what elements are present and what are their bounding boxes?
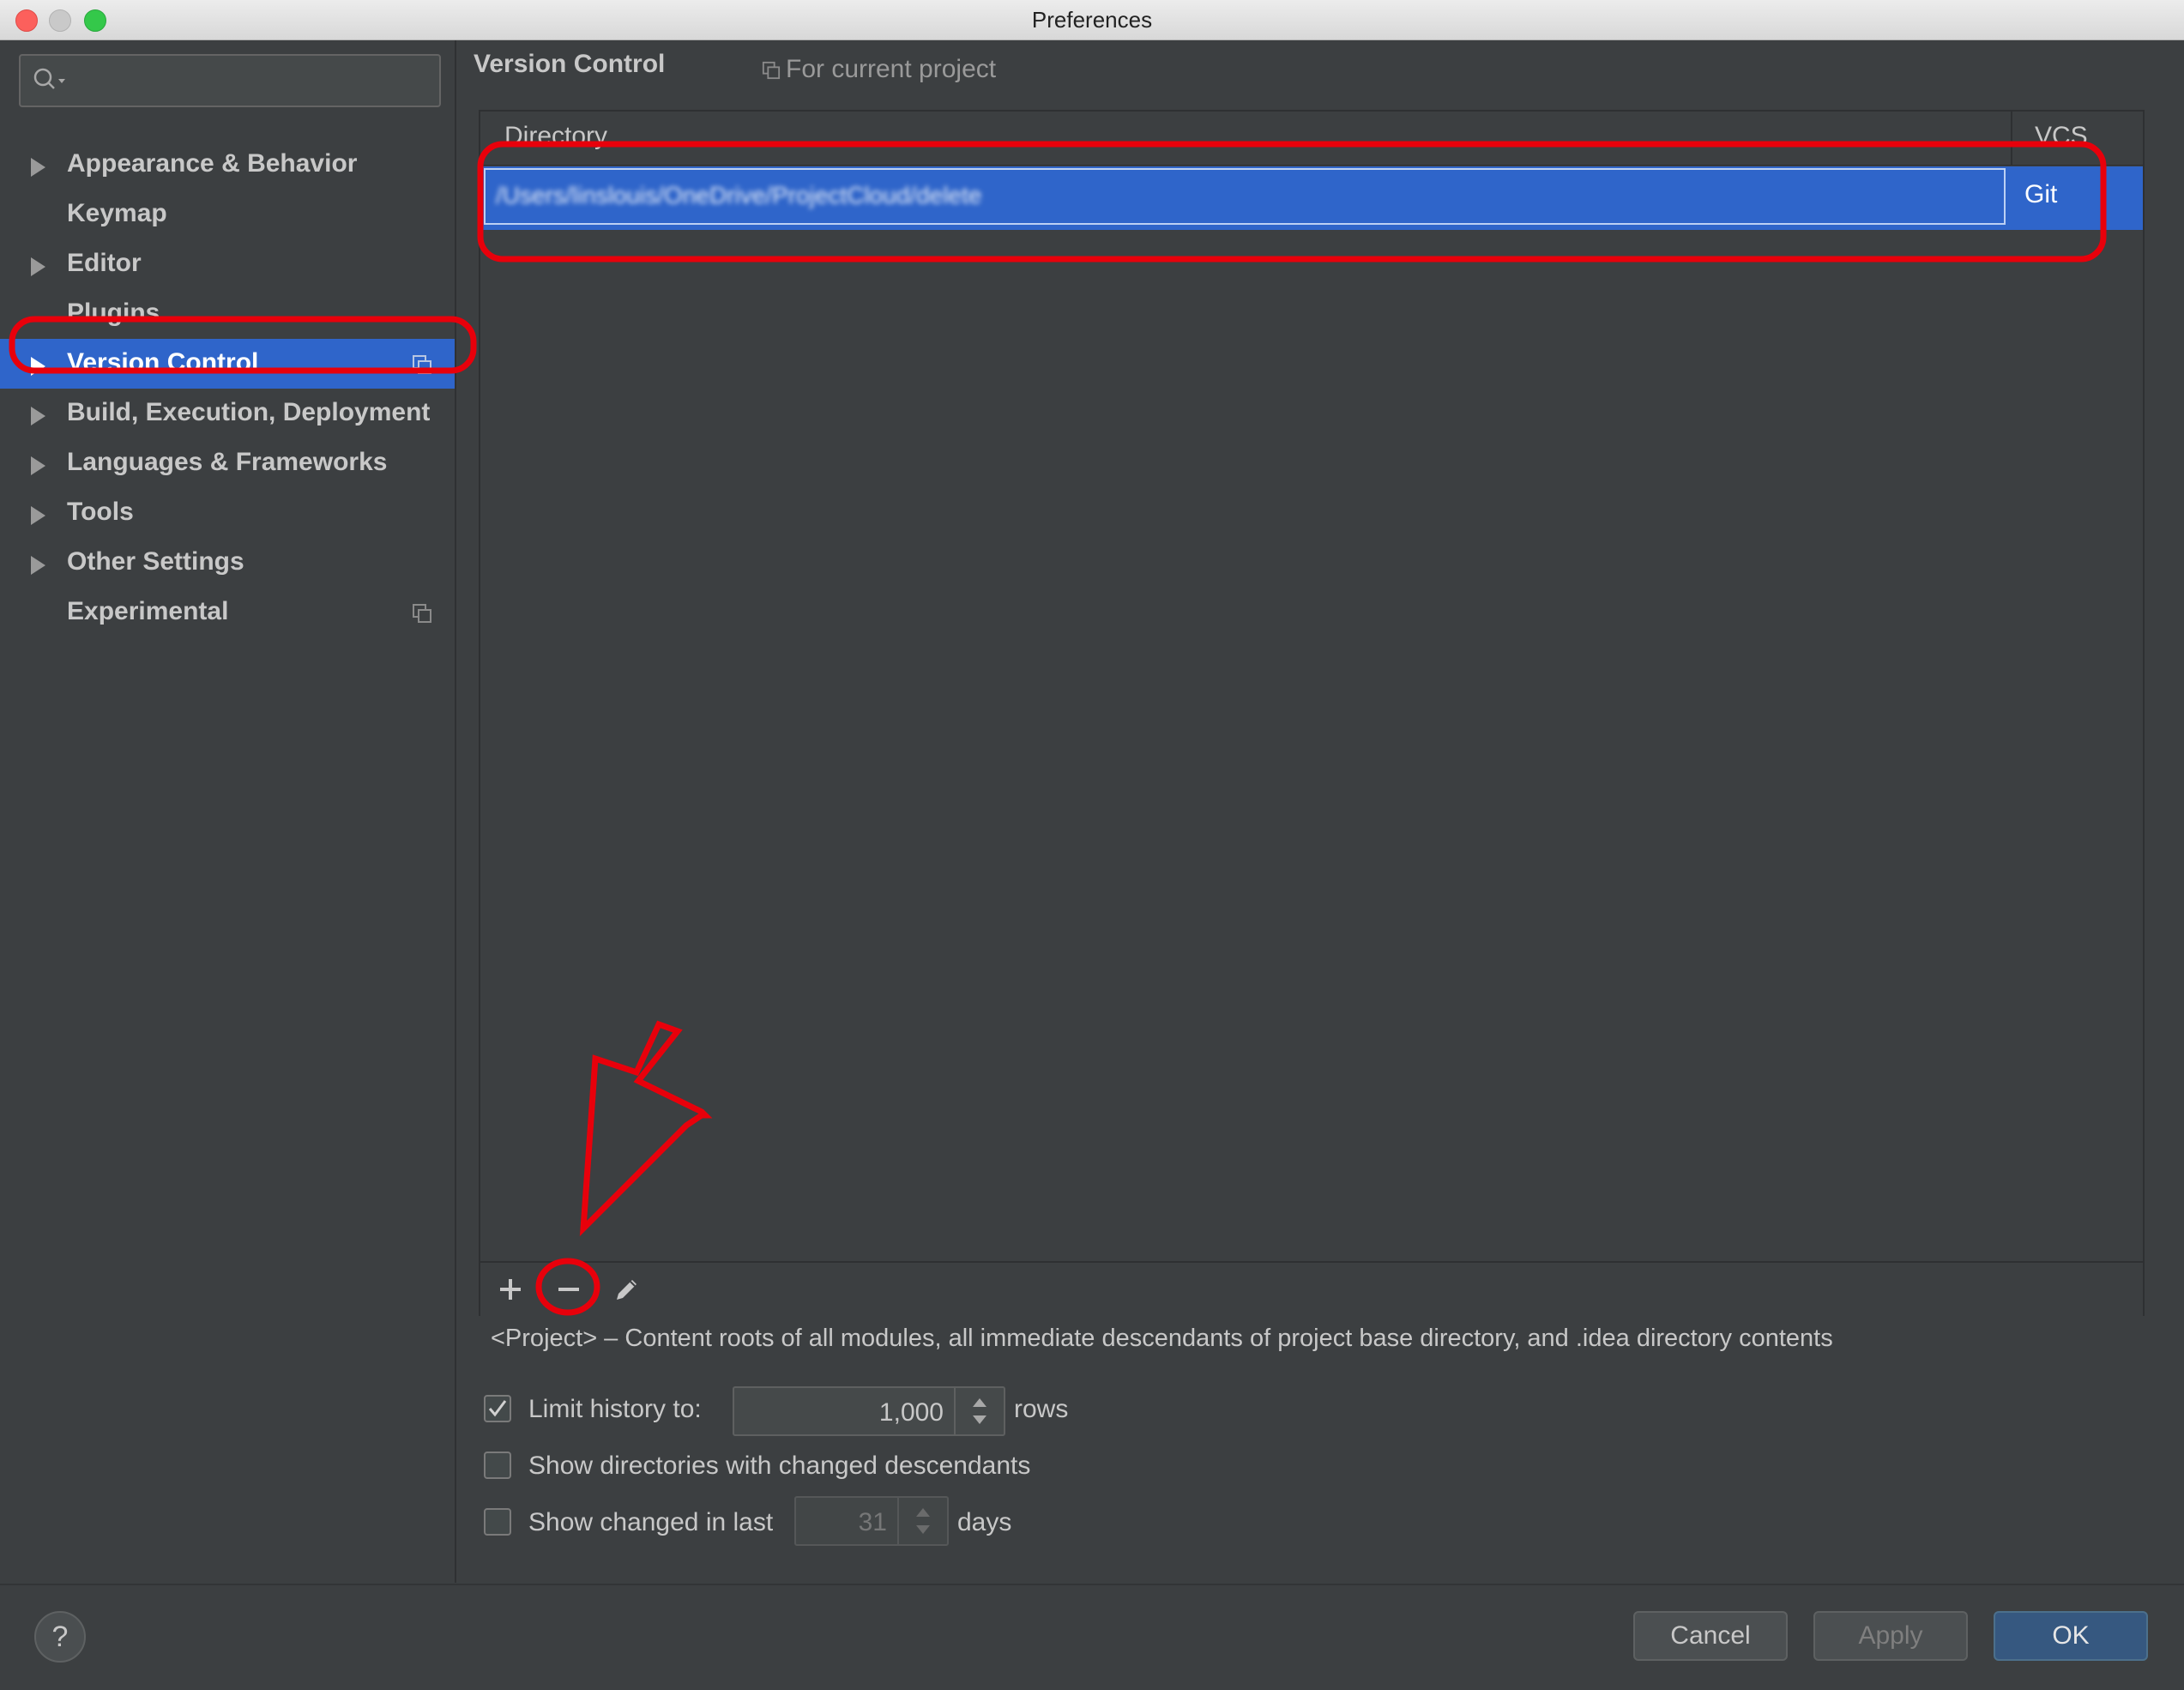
page-title: Version Control bbox=[474, 50, 666, 78]
table-header: Directory VCS bbox=[480, 112, 2143, 166]
settings-sidebar: Appearance & Behavior Keymap Editor Plug… bbox=[0, 40, 456, 1583]
window-title-bar: Preferences bbox=[0, 0, 2184, 40]
spinner-up-down-icon bbox=[916, 1508, 930, 1534]
expand-arrow-icon bbox=[31, 257, 45, 276]
table-row[interactable]: /Users/linslouis/OneDrive/ProjectCloud/d… bbox=[480, 166, 2143, 230]
project-settings-icon bbox=[413, 604, 431, 623]
directory-path: /Users/linslouis/OneDrive/ProjectCloud/d… bbox=[496, 182, 982, 208]
spinner-arrows[interactable] bbox=[954, 1388, 1004, 1434]
settings-search-input[interactable] bbox=[19, 54, 441, 107]
project-settings-icon bbox=[413, 355, 431, 374]
sidebar-item-plugins[interactable]: Plugins bbox=[0, 289, 455, 339]
show-dirs-checkbox[interactable] bbox=[484, 1452, 511, 1479]
spinner-arrows[interactable] bbox=[897, 1498, 947, 1544]
limit-history-spinner[interactable]: 1,000 bbox=[733, 1386, 1005, 1436]
expand-arrow-icon bbox=[31, 556, 45, 575]
show-dirs-option: Show directories with changed descendant… bbox=[484, 1443, 1256, 1486]
limit-history-option: Limit history to: 1,000 rows bbox=[484, 1383, 1084, 1436]
sidebar-item-other-settings[interactable]: Other Settings bbox=[0, 538, 455, 588]
sidebar-item-keymap[interactable]: Keymap bbox=[0, 190, 455, 239]
checkmark-icon bbox=[488, 1400, 507, 1417]
expand-arrow-icon bbox=[31, 407, 45, 426]
column-header-directory[interactable]: Directory bbox=[504, 122, 607, 151]
spinner-up-down-icon bbox=[973, 1398, 986, 1424]
limit-history-checkbox[interactable] bbox=[484, 1395, 511, 1422]
project-description: <Project> – Content roots of all modules… bbox=[491, 1325, 1833, 1352]
dialog-button-bar: ? Cancel Apply OK bbox=[0, 1584, 2184, 1690]
window-title: Preferences bbox=[1031, 7, 1153, 33]
limit-history-label: Limit history to: bbox=[528, 1395, 702, 1423]
expand-arrow-icon bbox=[31, 357, 45, 376]
sidebar-item-experimental[interactable]: Experimental bbox=[0, 588, 455, 637]
sidebar-item-languages-frameworks[interactable]: Languages & Frameworks bbox=[0, 438, 455, 488]
vcs-mappings-table: Directory VCS /Users/linslouis/OneDrive/… bbox=[479, 110, 2145, 1316]
search-icon bbox=[33, 68, 65, 89]
help-button[interactable]: ? bbox=[34, 1611, 86, 1663]
limit-history-value: 1,000 bbox=[878, 1398, 944, 1427]
apply-button[interactable]: Apply bbox=[1813, 1611, 1968, 1661]
sidebar-item-tools[interactable]: Tools bbox=[0, 488, 455, 538]
show-changed-label: Show changed in last bbox=[528, 1508, 774, 1536]
column-header-vcs[interactable]: VCS bbox=[2035, 122, 2088, 151]
edit-mapping-button[interactable] bbox=[609, 1271, 645, 1307]
show-changed-checkbox[interactable] bbox=[484, 1508, 511, 1536]
sidebar-item-build-execution-deployment[interactable]: Build, Execution, Deployment bbox=[0, 389, 455, 438]
cancel-button[interactable]: Cancel bbox=[1633, 1611, 1788, 1661]
table-toolbar bbox=[480, 1261, 2143, 1316]
show-changed-days-value: 31 bbox=[858, 1508, 887, 1536]
sidebar-item-editor[interactable]: Editor bbox=[0, 239, 455, 289]
directory-cell[interactable]: /Users/linslouis/OneDrive/ProjectCloud/d… bbox=[484, 168, 2006, 225]
scope-text: For current project bbox=[786, 55, 997, 83]
vcs-cell[interactable]: Git bbox=[2024, 180, 2057, 209]
ok-button[interactable]: OK bbox=[1994, 1611, 2148, 1661]
scope-label: For current project bbox=[762, 55, 996, 84]
show-changed-suffix: days bbox=[957, 1508, 1012, 1536]
project-settings-icon bbox=[762, 61, 781, 80]
show-changed-option: Show changed in last 31 days bbox=[484, 1496, 1084, 1548]
add-mapping-button[interactable] bbox=[492, 1271, 528, 1307]
sidebar-item-version-control[interactable]: Version Control bbox=[0, 339, 455, 389]
remove-mapping-button[interactable] bbox=[551, 1271, 587, 1307]
show-dirs-label: Show directories with changed descendant… bbox=[528, 1452, 1031, 1480]
limit-history-suffix: rows bbox=[1014, 1395, 1069, 1423]
expand-arrow-icon bbox=[31, 158, 45, 177]
show-changed-days-spinner[interactable]: 31 bbox=[794, 1496, 949, 1546]
expand-arrow-icon bbox=[31, 456, 45, 475]
sidebar-item-appearance-behavior[interactable]: Appearance & Behavior bbox=[0, 140, 455, 190]
expand-arrow-icon bbox=[31, 506, 45, 525]
